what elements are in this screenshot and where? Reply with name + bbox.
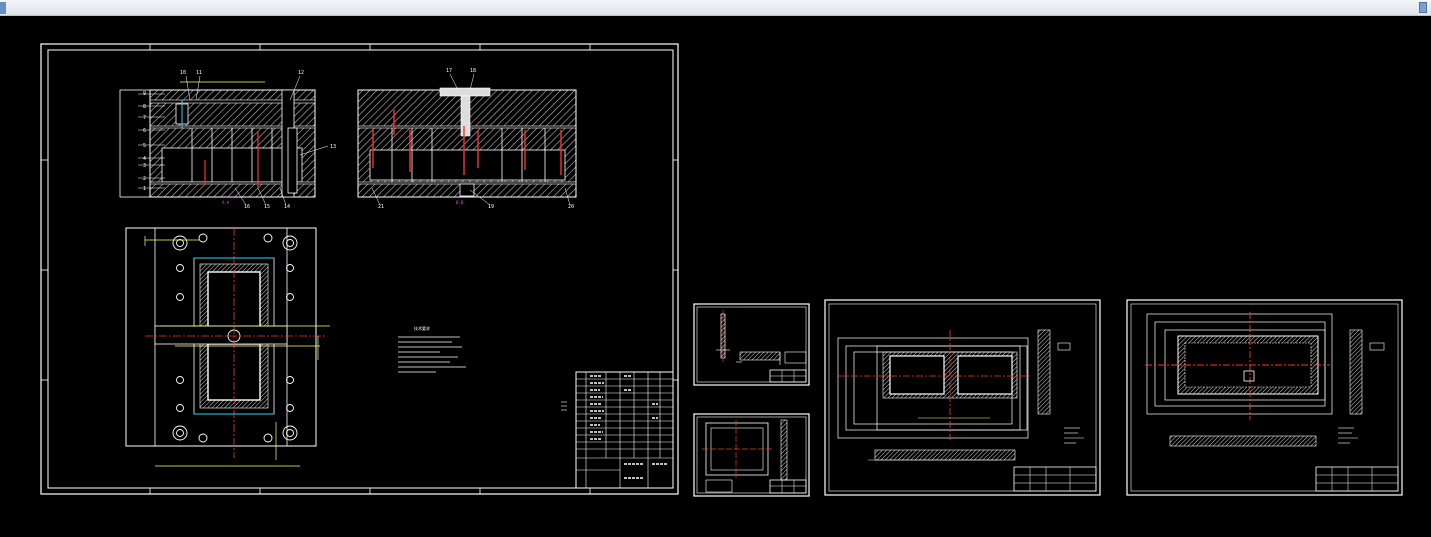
part-label: 10 [180, 70, 186, 76]
part-label: 1 [143, 186, 146, 192]
part-label: 12 [298, 70, 304, 76]
assembly-title-block [575, 371, 674, 489]
part-label: 14 [284, 204, 290, 210]
side-note-marks [561, 401, 567, 411]
part-sheet-a3-2[interactable] [1126, 299, 1403, 496]
cad-drawing-canvas[interactable]: 9 8 7 6 5 4 3 2 1 10 11 12 13 14 15 16 1… [0, 16, 1431, 537]
technical-notes: 技术要求 [398, 325, 466, 373]
part-label: 11 [196, 70, 202, 76]
assembly-sheet[interactable]: 9 8 7 6 5 4 3 2 1 10 11 12 13 14 15 16 1… [40, 43, 679, 495]
view-label: B-B [456, 200, 464, 205]
part-label: 5 [143, 143, 146, 149]
part-sheet-a4-2[interactable] [693, 413, 810, 497]
part-label: 21 [378, 204, 384, 210]
section-view-right [357, 87, 577, 198]
notes-heading: 技术要求 [414, 325, 430, 331]
part-label: 2 [143, 176, 146, 182]
section-view-left [119, 81, 316, 198]
part-sheet-a4-1[interactable] [693, 303, 810, 386]
part-label: 6 [143, 128, 146, 134]
application-title-bar [0, 0, 1431, 16]
part-label: 4 [143, 156, 146, 162]
window-menu-icon[interactable] [0, 2, 6, 14]
part-label: 7 [143, 115, 146, 121]
window-control-icon[interactable] [1419, 2, 1427, 13]
part-label: 3 [143, 163, 146, 169]
part-sheet-a3-1[interactable] [824, 299, 1101, 496]
part-label: 8 [143, 104, 146, 110]
part-label: 17 [446, 68, 452, 74]
view-label: A-A [222, 200, 230, 205]
part-label: 13 [330, 144, 336, 150]
part-label: 18 [470, 68, 476, 74]
part-label: 19 [488, 204, 494, 210]
part-label: 20 [568, 204, 574, 210]
part-label: 15 [264, 204, 270, 210]
plan-view [125, 227, 330, 467]
part-label: 9 [143, 91, 146, 97]
part-label: 16 [244, 204, 250, 210]
